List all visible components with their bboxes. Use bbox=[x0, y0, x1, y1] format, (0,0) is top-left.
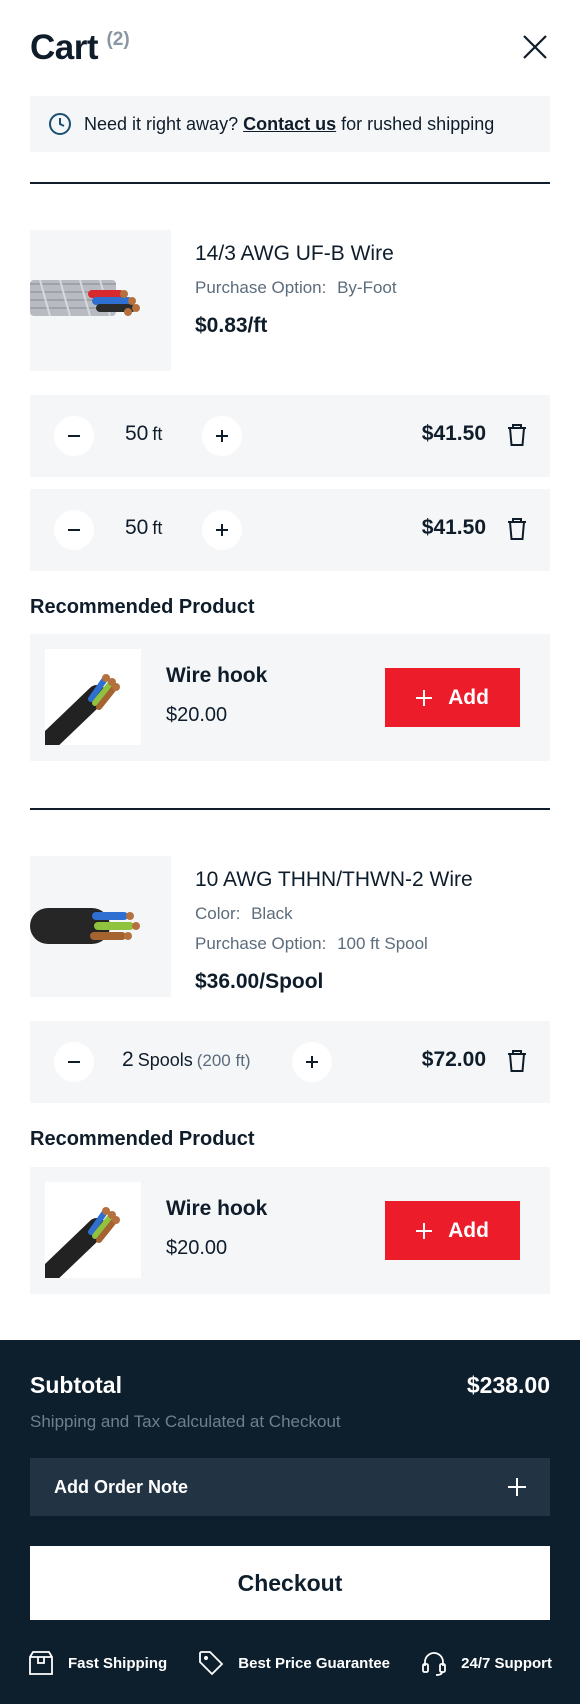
clock-icon bbox=[49, 113, 71, 135]
notice-prefix: Need it right away? bbox=[84, 113, 239, 134]
add-order-note-button[interactable]: Add Order Note bbox=[30, 1458, 550, 1516]
cart-item: 14/3 AWG UF-B Wire Purchase Option: By-F… bbox=[30, 230, 550, 371]
product-name[interactable]: 10 AWG THHN/THWN-2 Wire bbox=[195, 868, 473, 892]
remove-button[interactable] bbox=[506, 423, 528, 452]
subtotal-label: Subtotal bbox=[30, 1372, 122, 1398]
perks: Fast Shipping Best Price Guarantee 24/7 … bbox=[28, 1650, 552, 1676]
recommended-name[interactable]: Wire hook bbox=[166, 1197, 267, 1221]
rush-shipping-notice: Need it right away? Contact us for rushe… bbox=[30, 96, 550, 152]
recommended-heading: Recommended Product bbox=[30, 1128, 255, 1150]
product-info: 10 AWG THHN/THWN-2 Wire Color: Black Pur… bbox=[195, 856, 473, 994]
contact-us-link[interactable]: Contact us bbox=[243, 114, 336, 135]
plus-icon bbox=[416, 1222, 433, 1239]
quantity-value: 2 Spools (200 ft) bbox=[122, 1048, 251, 1071]
decrease-button[interactable] bbox=[54, 510, 94, 550]
recommended-name[interactable]: Wire hook bbox=[166, 664, 267, 688]
minus-icon bbox=[68, 529, 80, 531]
remove-button[interactable] bbox=[506, 517, 528, 546]
subtotal-value: $238.00 bbox=[466, 1372, 550, 1398]
quantity-row: 50 ft $41.50 bbox=[30, 489, 550, 571]
product-unit-price: $0.83/ft bbox=[195, 314, 268, 337]
line-total: $41.50 bbox=[421, 516, 486, 539]
perk-support: 24/7 Support bbox=[421, 1650, 552, 1676]
add-button[interactable]: Add bbox=[385, 668, 520, 727]
plus-icon bbox=[216, 430, 228, 442]
divider bbox=[30, 182, 550, 184]
headset-icon bbox=[422, 1652, 447, 1676]
trash-icon bbox=[508, 1050, 526, 1072]
decrease-button[interactable] bbox=[54, 416, 94, 456]
increase-button[interactable] bbox=[202, 510, 242, 550]
cart-count: (2) bbox=[106, 29, 130, 50]
checkout-button[interactable]: Checkout bbox=[30, 1546, 550, 1620]
quantity-value: 50 ft bbox=[125, 422, 163, 445]
plus-icon bbox=[306, 1056, 318, 1068]
close-button[interactable] bbox=[520, 32, 550, 62]
product-unit-price: $36.00/Spool bbox=[195, 970, 324, 993]
line-total: $41.50 bbox=[421, 422, 486, 445]
quantity-value: 50 ft bbox=[125, 516, 163, 539]
box-icon bbox=[29, 1651, 53, 1675]
product-purchase-option: Purchase Option: 100 ft Spool bbox=[195, 934, 428, 953]
cart-title: Cart bbox=[30, 28, 99, 67]
increase-button[interactable] bbox=[202, 416, 242, 456]
tag-icon bbox=[199, 1651, 224, 1676]
product-purchase-option: Purchase Option: By-Foot bbox=[195, 278, 397, 297]
recommended-image bbox=[45, 1182, 141, 1278]
recommended-image bbox=[45, 649, 141, 745]
cart-item: 10 AWG THHN/THWN-2 Wire Color: Black Pur… bbox=[30, 856, 550, 997]
trash-icon bbox=[508, 424, 526, 446]
shipping-tax-note: Shipping and Tax Calculated at Checkout bbox=[30, 1412, 341, 1431]
increase-button[interactable] bbox=[292, 1042, 332, 1082]
recommended-product: Wire hook $20.00 Add bbox=[30, 634, 550, 761]
product-info: 14/3 AWG UF-B Wire Purchase Option: By-F… bbox=[195, 230, 397, 338]
minus-icon bbox=[68, 1061, 80, 1063]
add-button[interactable]: Add bbox=[385, 1201, 520, 1260]
close-icon bbox=[523, 35, 547, 59]
line-total: $72.00 bbox=[421, 1048, 486, 1071]
perk-best-price: Best Price Guarantee bbox=[198, 1650, 390, 1676]
product-name[interactable]: 14/3 AWG UF-B Wire bbox=[195, 242, 397, 266]
product-image bbox=[30, 230, 171, 371]
cart-footer: Subtotal $238.00 Shipping and Tax Calcul… bbox=[0, 1340, 580, 1704]
plus-icon bbox=[508, 1478, 526, 1496]
product-image bbox=[30, 856, 171, 997]
recommended-product: Wire hook $20.00 Add bbox=[30, 1167, 550, 1294]
plus-icon bbox=[216, 524, 228, 536]
product-color: Color: Black bbox=[195, 904, 293, 923]
divider bbox=[30, 808, 550, 810]
quantity-row: 50 ft $41.50 bbox=[30, 395, 550, 477]
recommended-heading: Recommended Product bbox=[30, 596, 255, 618]
notice-suffix: for rushed shipping bbox=[341, 113, 495, 134]
minus-icon bbox=[68, 435, 80, 437]
trash-icon bbox=[508, 518, 526, 540]
decrease-button[interactable] bbox=[54, 1042, 94, 1082]
perk-fast-shipping: Fast Shipping bbox=[28, 1650, 167, 1676]
recommended-price: $20.00 bbox=[166, 1237, 228, 1259]
recommended-price: $20.00 bbox=[166, 704, 228, 726]
plus-icon bbox=[416, 689, 433, 706]
remove-button[interactable] bbox=[506, 1049, 528, 1078]
cart-header: Cart (2) bbox=[30, 28, 550, 72]
quantity-row: 2 Spools (200 ft) $72.00 bbox=[30, 1021, 550, 1103]
